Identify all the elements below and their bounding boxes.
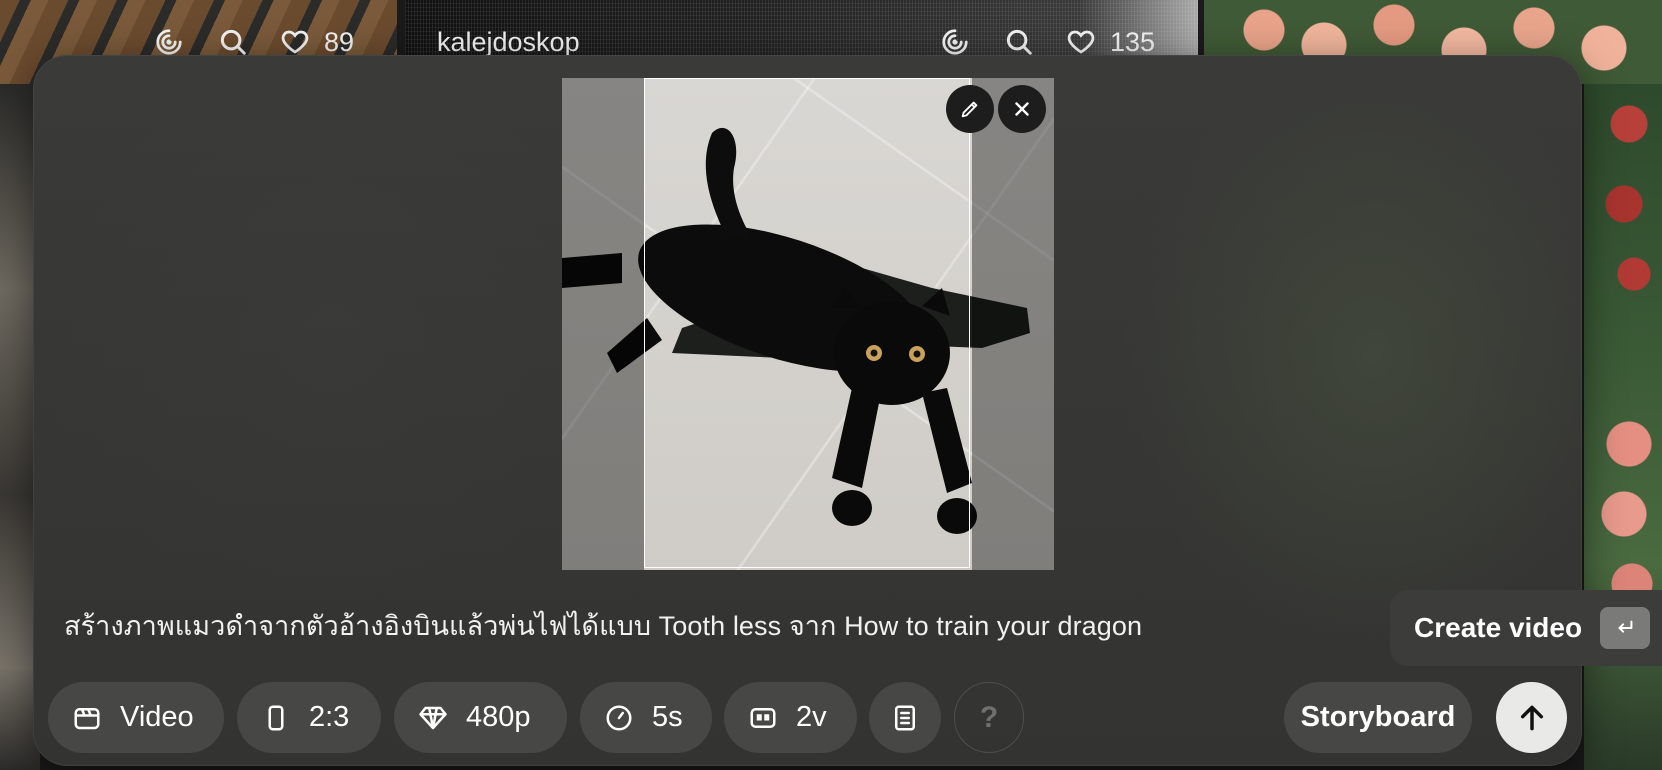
duration-label: 5s [652,701,683,733]
resolution-selector[interactable]: 480p [394,682,567,753]
submit-button[interactable] [1496,682,1567,753]
create-video-button[interactable]: Create video [1390,590,1662,666]
diamond-icon [419,706,447,729]
clock-icon [606,705,632,730]
help-button[interactable]: ? [954,682,1024,753]
like-count: 89 [324,26,355,57]
heart-icon[interactable] [1064,25,1098,59]
search-icon[interactable] [216,25,250,59]
crop-mask-left [562,78,644,570]
presets-button[interactable] [869,682,941,753]
prompt-input[interactable]: สร้างภาพแมวดำจากตัวอ้างอิงบินแล้วพ่นไฟได… [64,604,1142,647]
help-label: ? [979,700,999,734]
type-selector[interactable]: Video [48,682,224,753]
variations-selector[interactable]: 2v [724,682,857,753]
phone-portrait-icon [268,705,284,730]
variations-label: 2v [796,701,827,733]
clapperboard-icon [74,707,100,729]
document-icon [895,705,915,730]
gallery-tile-roses[interactable] [1584,84,1662,770]
close-icon [1015,102,1029,116]
author-name[interactable]: kalejdoskop [437,27,580,58]
aspect-ratio-label: 2:3 [309,701,350,733]
like-count: 135 [1110,26,1156,57]
create-video-label: Create video [1414,612,1583,643]
arrow-up-icon [1520,705,1543,730]
edit-image-button[interactable] [946,85,994,133]
heart-icon[interactable] [278,25,312,59]
pencil-icon [961,101,978,118]
storyboard-button[interactable]: Storyboard [1284,682,1472,753]
duration-selector[interactable]: 5s [580,682,712,753]
crop-mask-right [972,78,1054,570]
enter-key-icon [1600,607,1650,649]
remix-icon[interactable] [938,25,972,59]
reference-image-preview[interactable] [562,78,1054,570]
search-icon[interactable] [1002,25,1036,59]
remove-image-button[interactable] [998,85,1046,133]
remix-icon[interactable] [152,25,186,59]
resolution-label: 480p [466,701,531,733]
variations-icon [750,707,776,728]
crop-frame[interactable] [644,78,970,568]
aspect-ratio-selector[interactable]: 2:3 [237,682,381,753]
type-label: Video [120,701,194,733]
storyboard-label: Storyboard [1300,701,1456,733]
